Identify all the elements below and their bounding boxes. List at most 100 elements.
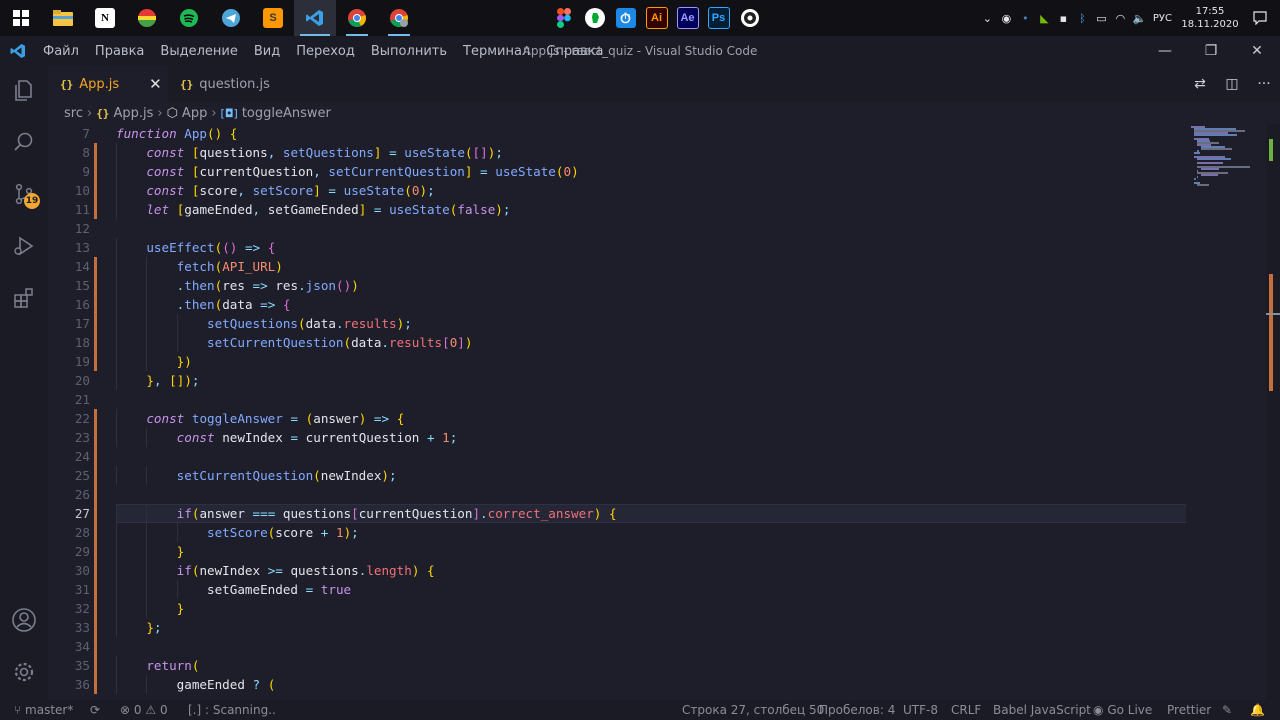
menu-selection[interactable]: Выделение: [152, 44, 245, 59]
tray-app-icon[interactable]: ◉: [997, 12, 1016, 25]
code-line[interactable]: if(newIndex >= questions.length) {: [116, 561, 1186, 580]
language-indicator[interactable]: РУС: [1153, 13, 1172, 24]
code-line[interactable]: setCurrentQuestion(newIndex);: [116, 466, 1186, 485]
code-line[interactable]: }): [116, 352, 1186, 371]
notifications-button[interactable]: 🔔: [1250, 700, 1265, 720]
menu-terminal[interactable]: Терминал: [455, 44, 538, 59]
menu-go[interactable]: Переход: [288, 44, 363, 59]
figma-button[interactable]: [548, 0, 579, 36]
bluetooth-icon[interactable]: ᛒ: [1073, 12, 1092, 25]
more-actions-icon[interactable]: ···: [1248, 76, 1280, 92]
minimize-button[interactable]: —: [1142, 36, 1188, 66]
close-window-button[interactable]: ✕: [1234, 36, 1280, 66]
file-explorer-button[interactable]: [42, 0, 84, 36]
cursor-position[interactable]: Строка 27, столбец 50: [682, 700, 824, 720]
code-line[interactable]: setGameEnded = true: [116, 580, 1186, 599]
notification-center-button[interactable]: [1240, 11, 1280, 25]
tab-question-js[interactable]: {} question.js: [168, 66, 278, 102]
code-line[interactable]: }: [116, 599, 1186, 618]
start-button[interactable]: [0, 0, 42, 36]
breadcrumb-file[interactable]: App.js: [113, 106, 153, 121]
code-line[interactable]: const [questions, setQuestions] = useSta…: [116, 143, 1186, 162]
nvidia-icon[interactable]: ◣: [1035, 12, 1054, 25]
menu-run[interactable]: Выполнить: [363, 44, 455, 59]
code-line[interactable]: setScore(score + 1);: [116, 523, 1186, 542]
code-line-current[interactable]: if(answer === questions[currentQuestion]…: [116, 504, 1186, 523]
problems-indicator[interactable]: ⊗ 0 ⚠ 0: [120, 700, 168, 720]
code-line[interactable]: useEffect(() => {: [116, 238, 1186, 257]
photoshop-button[interactable]: Ps: [703, 0, 734, 36]
prettier-status[interactable]: Prettier: [1167, 700, 1211, 720]
volume-icon[interactable]: 🔈: [1130, 12, 1149, 25]
vscode-taskbar-button[interactable]: [294, 0, 336, 36]
code-line[interactable]: [116, 485, 1186, 504]
maximize-button[interactable]: ❐: [1188, 36, 1234, 66]
code-line[interactable]: .then(res => res.json()): [116, 276, 1186, 295]
code-line[interactable]: setQuestions(data.results);: [116, 314, 1186, 333]
breadcrumb-folder[interactable]: src: [64, 106, 83, 121]
code-line[interactable]: };: [116, 618, 1186, 637]
close-tab-icon[interactable]: ✕: [149, 75, 162, 93]
sync-button[interactable]: ⟳: [90, 700, 100, 720]
code-line[interactable]: }: [116, 542, 1186, 561]
code-line[interactable]: [116, 390, 1186, 409]
chevron-up-icon[interactable]: ⌄: [978, 12, 997, 25]
code-line[interactable]: [116, 447, 1186, 466]
menu-file[interactable]: Файл: [35, 44, 87, 59]
line-ending[interactable]: CRLF: [951, 700, 981, 720]
code-line[interactable]: .then(data => {: [116, 295, 1186, 314]
tray-misc-icon[interactable]: ▪: [1054, 12, 1073, 25]
spotify-button[interactable]: [168, 0, 210, 36]
menu-help[interactable]: Справка: [538, 44, 611, 59]
breadcrumb-component[interactable]: App: [182, 106, 207, 121]
obs-button[interactable]: [734, 0, 765, 36]
code-line[interactable]: return(: [116, 656, 1186, 675]
menu-view[interactable]: Вид: [246, 44, 288, 59]
code-editor[interactable]: 7 8 9 10 11 12 13 14 15 16 17 18 19 20 21 22 23 24 25 26 27 2…: [48, 124, 1280, 700]
search-button[interactable]: [0, 118, 48, 166]
code-line[interactable]: let [gameEnded, setGameEnded] = useState…: [116, 200, 1186, 219]
code-line[interactable]: const [score, setScore] = useState(0);: [116, 181, 1186, 200]
code-line[interactable]: function App() {: [116, 124, 1186, 143]
clock[interactable]: 17:55 18.11.2020: [1180, 5, 1240, 31]
language-mode[interactable]: Babel JavaScript: [993, 700, 1091, 720]
code-line[interactable]: const newIndex = currentQuestion + 1;: [116, 428, 1186, 447]
minimap[interactable]: [1186, 124, 1266, 700]
code-line[interactable]: fetch(API_URL): [116, 257, 1186, 276]
notion-button[interactable]: N: [84, 0, 126, 36]
go-live-button[interactable]: ◉ Go Live: [1093, 700, 1152, 720]
breadcrumb-symbol[interactable]: toggleAnswer: [242, 106, 331, 121]
source-control-button[interactable]: [0, 170, 48, 218]
code-line[interactable]: setCurrentQuestion(data.results[0]): [116, 333, 1186, 352]
explorer-button[interactable]: [0, 66, 48, 114]
run-debug-button[interactable]: [0, 222, 48, 270]
code-line[interactable]: const toggleAnswer = (answer) => {: [116, 409, 1186, 428]
code-line[interactable]: }, []);: [116, 371, 1186, 390]
code-line[interactable]: const [currentQuestion, setCurrentQuesti…: [116, 162, 1186, 181]
chrome-profile-button[interactable]: [378, 0, 420, 36]
chrome-colored-button[interactable]: [126, 0, 168, 36]
telegram-button[interactable]: [210, 0, 252, 36]
manage-button[interactable]: [0, 648, 48, 696]
code-line[interactable]: [116, 637, 1186, 656]
menu-edit[interactable]: Правка: [87, 44, 152, 59]
vertical-scrollbar[interactable]: [1266, 124, 1280, 700]
encoding[interactable]: UTF-8: [903, 700, 938, 720]
after-effects-button[interactable]: Ae: [672, 0, 703, 36]
tray-dot-icon[interactable]: •: [1016, 12, 1035, 25]
evernote-button[interactable]: [579, 0, 610, 36]
open-changes-icon[interactable]: ⇄: [1184, 76, 1216, 92]
split-editor-icon[interactable]: ◫: [1216, 76, 1248, 92]
battery-icon[interactable]: ▭: [1092, 12, 1111, 25]
code-line[interactable]: [116, 219, 1186, 238]
sublime-text-button[interactable]: S: [252, 0, 294, 36]
indentation[interactable]: Пробелов: 4: [819, 700, 895, 720]
feedback-button[interactable]: ✎: [1222, 700, 1232, 720]
wifi-icon[interactable]: ◠: [1111, 12, 1130, 25]
chrome-button[interactable]: [336, 0, 378, 36]
timer-button[interactable]: ⏱: [610, 0, 641, 36]
extensions-button[interactable]: [0, 274, 48, 322]
branch-indicator[interactable]: ⑂ master*: [14, 700, 73, 720]
accounts-button[interactable]: [0, 596, 48, 644]
illustrator-button[interactable]: Ai: [641, 0, 672, 36]
